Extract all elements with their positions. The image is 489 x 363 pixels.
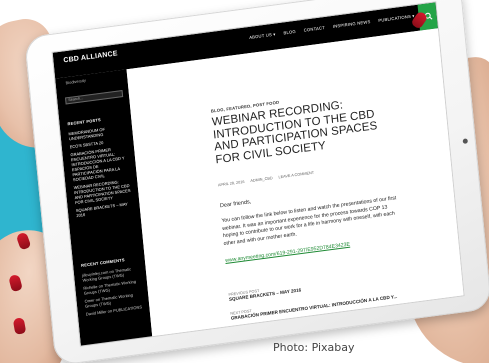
nav-item-blog[interactable]: BLOG xyxy=(283,29,296,36)
recent-posts-list: Memorandum of Understanding ECO's SBSTTA… xyxy=(68,124,134,221)
nav-item-about[interactable]: ABOUT US ▾ xyxy=(249,32,276,40)
nav-item-contact[interactable]: CONTACT xyxy=(304,25,326,33)
post-date[interactable]: APRIL 28, 2016 xyxy=(218,180,245,187)
main-content: BLOG, FEATURED, POST FOOD WEBINAR RECORD… xyxy=(126,28,465,339)
post-author[interactable]: ADMIN_CBD xyxy=(250,176,273,183)
recent-comments-heading: RECENT COMMENTS xyxy=(80,257,125,268)
post-meta: APRIL 28, 2016 ADMIN_CBD LEAVE A COMMENT xyxy=(218,171,314,188)
site-tagline: Biodiversity xyxy=(65,77,87,86)
recent-comments-list: jillcuyinley.com on Thematic Working Gro… xyxy=(82,265,144,319)
tablet-device: CBD ALLIANCE ABOUT US ▾ BLOG CONTACT INS… xyxy=(24,0,489,363)
tablet-screen: CBD ALLIANCE ABOUT US ▾ BLOG CONTACT INS… xyxy=(51,1,465,347)
nav-item-inspiring-news[interactable]: INSPIRING NEWS xyxy=(333,19,371,29)
leave-comment-link[interactable]: LEAVE A COMMENT xyxy=(278,171,314,180)
photo-credit: Photo: Pixabay xyxy=(273,341,355,354)
post-greeting: Dear friends, xyxy=(219,199,252,210)
site-title[interactable]: CBD ALLIANCE xyxy=(63,50,118,64)
nav-item-publications[interactable]: PUBLICATIONS ▾ xyxy=(378,13,415,23)
recent-post-link[interactable]: GRABACIÓN PRIMER ENCUENTRO VIRTUAL: INTR… xyxy=(70,145,130,182)
sidebar-search-input[interactable]: Search... xyxy=(64,89,124,105)
recent-posts-heading: RECENT POSTS xyxy=(67,117,102,127)
